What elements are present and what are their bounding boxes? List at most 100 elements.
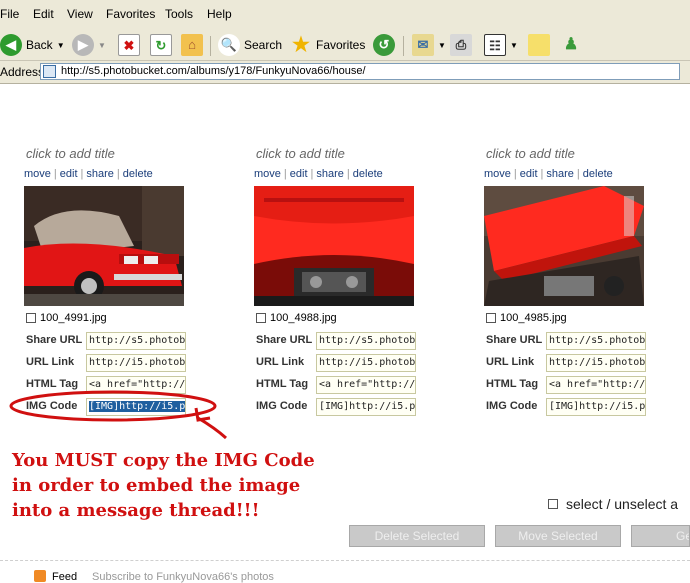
menu-file[interactable]: File: [0, 7, 19, 21]
menu-favorites[interactable]: Favorites: [106, 7, 155, 21]
photo-filename: 100_4988.jpg: [256, 312, 337, 324]
photo-card: click to add title move | edit | share | delet…: [230, 84, 455, 424]
photo-filename: 100_4991.jpg: [26, 312, 107, 324]
share-link[interactable]: share: [546, 168, 574, 180]
footer-divider: [0, 560, 690, 561]
photo-actions: move | edit | share | delete: [24, 168, 153, 180]
discuss-button[interactable]: [528, 32, 550, 58]
delete-link[interactable]: delete: [353, 168, 383, 180]
history-icon: ↺: [373, 34, 395, 56]
img-code-field[interactable]: [IMG]http://i5.photob: [316, 398, 416, 416]
annotation-line-3: into a message thread!!!: [12, 500, 260, 521]
mail-button[interactable]: ✉ ▼: [412, 32, 446, 58]
url-link-label: URL Link: [256, 356, 305, 368]
menu-view[interactable]: View: [67, 7, 93, 21]
edit-link[interactable]: edit: [290, 168, 308, 180]
html-tag-label: HTML Tag: [486, 378, 539, 390]
move-link[interactable]: move: [24, 168, 51, 180]
search-icon: 🔍: [218, 34, 240, 56]
home-icon: ⌂: [181, 34, 203, 56]
share-url-field[interactable]: http://s5.photobucket.: [316, 332, 416, 350]
url-link-field[interactable]: http://i5.photobucket.: [86, 354, 186, 372]
star-icon: ★: [292, 34, 310, 56]
chevron-down-icon: ▼: [98, 40, 106, 50]
select-checkbox[interactable]: [256, 313, 266, 323]
edit-link[interactable]: edit: [520, 168, 538, 180]
move-link[interactable]: move: [254, 168, 281, 180]
photo-filename: 100_4985.jpg: [486, 312, 567, 324]
move-link[interactable]: move: [484, 168, 511, 180]
url-link-label: URL Link: [486, 356, 535, 368]
search-button[interactable]: 🔍 Search: [218, 32, 282, 58]
move-selected-button[interactable]: Move Selected: [495, 525, 621, 547]
delete-link[interactable]: delete: [123, 168, 153, 180]
annotation-line-2: in order to embed the image: [12, 475, 301, 496]
edit-link[interactable]: edit: [60, 168, 78, 180]
select-checkbox[interactable]: [486, 313, 496, 323]
annotation-text: You MUST copy the IMG Code in order to e…: [12, 448, 315, 523]
photo-title[interactable]: click to add title: [486, 146, 575, 161]
favorites-button[interactable]: ★ Favorites: [290, 32, 365, 58]
menu-help[interactable]: Help: [207, 7, 232, 21]
html-tag-field[interactable]: <a href="http://photol: [316, 376, 416, 394]
address-input[interactable]: http://s5.photobucket.com/albums/y178/Fu…: [40, 63, 680, 80]
img-code-field[interactable]: [IMG]http://i5.photob: [546, 398, 646, 416]
footer: Feed Subscribe to FunkyuNova66's photos: [0, 558, 690, 583]
forward-button[interactable]: ▶ ▼: [72, 32, 106, 58]
share-link[interactable]: share: [316, 168, 344, 180]
stop-icon: ✖: [118, 34, 140, 56]
favorites-label: Favorites: [316, 38, 366, 52]
select-all-checkbox[interactable]: [548, 499, 558, 509]
photo-thumbnail[interactable]: [24, 186, 184, 306]
history-button[interactable]: ↺: [373, 32, 395, 58]
img-code-label: IMG Code: [256, 400, 308, 412]
back-label: Back: [26, 38, 53, 52]
filename-label: 100_4991.jpg: [40, 312, 107, 324]
filename-label: 100_4988.jpg: [270, 312, 337, 324]
print-button[interactable]: ⎙: [450, 32, 472, 58]
home-button[interactable]: ⌂: [181, 32, 203, 58]
menu-tools[interactable]: Tools: [165, 7, 193, 21]
url-link-field[interactable]: http://i5.photobucket.: [546, 354, 646, 372]
img-code-label: IMG Code: [486, 400, 538, 412]
rss-icon: [34, 570, 46, 582]
get-selected-button[interactable]: Ge: [631, 525, 690, 547]
messenger-button[interactable]: ♟: [560, 32, 582, 58]
menu-edit[interactable]: Edit: [33, 7, 54, 21]
back-button[interactable]: ◀ Back ▼: [0, 32, 65, 58]
edit-page-icon: ☷: [484, 34, 506, 56]
photo-title[interactable]: click to add title: [26, 146, 115, 161]
address-label: Address: [0, 65, 45, 79]
select-checkbox[interactable]: [26, 313, 36, 323]
photo-thumbnail[interactable]: [484, 186, 644, 306]
select-all[interactable]: select / unselect a: [548, 496, 678, 512]
chevron-down-icon: ▼: [510, 40, 518, 50]
share-url-field[interactable]: http://s5.photobucket.: [86, 332, 186, 350]
chevron-down-icon: ▼: [438, 40, 446, 50]
photo-card: click to add title move | edit | share | delet…: [460, 84, 685, 424]
html-tag-field[interactable]: <a href="http://photol: [546, 376, 646, 394]
refresh-icon: ↻: [150, 34, 172, 56]
photo-thumbnail[interactable]: [254, 186, 414, 306]
share-url-label: Share URL: [26, 334, 83, 346]
delete-link[interactable]: delete: [583, 168, 613, 180]
delete-selected-button[interactable]: Delete Selected: [349, 525, 485, 547]
edit-button[interactable]: ☷ ▼: [484, 32, 518, 58]
print-icon: ⎙: [450, 34, 472, 56]
address-bar: Address http://s5.photobucket.com/albums…: [0, 61, 690, 84]
html-tag-label: HTML Tag: [256, 378, 309, 390]
note-icon: [528, 34, 550, 56]
url-link-field[interactable]: http://i5.photobucket.: [316, 354, 416, 372]
page-icon: [43, 65, 56, 78]
stop-button[interactable]: ✖: [118, 32, 140, 58]
url-link-label: URL Link: [26, 356, 75, 368]
photo-title[interactable]: click to add title: [256, 146, 345, 161]
share-link[interactable]: share: [86, 168, 114, 180]
feed-link[interactable]: Feed: [52, 571, 77, 583]
share-url-label: Share URL: [256, 334, 313, 346]
share-url-field[interactable]: http://s5.photobucket.: [546, 332, 646, 350]
refresh-button[interactable]: ↻: [150, 32, 172, 58]
menu-bar: File Edit View Favorites Tools Help: [0, 0, 690, 31]
filename-label: 100_4985.jpg: [500, 312, 567, 324]
search-label: Search: [244, 38, 283, 52]
